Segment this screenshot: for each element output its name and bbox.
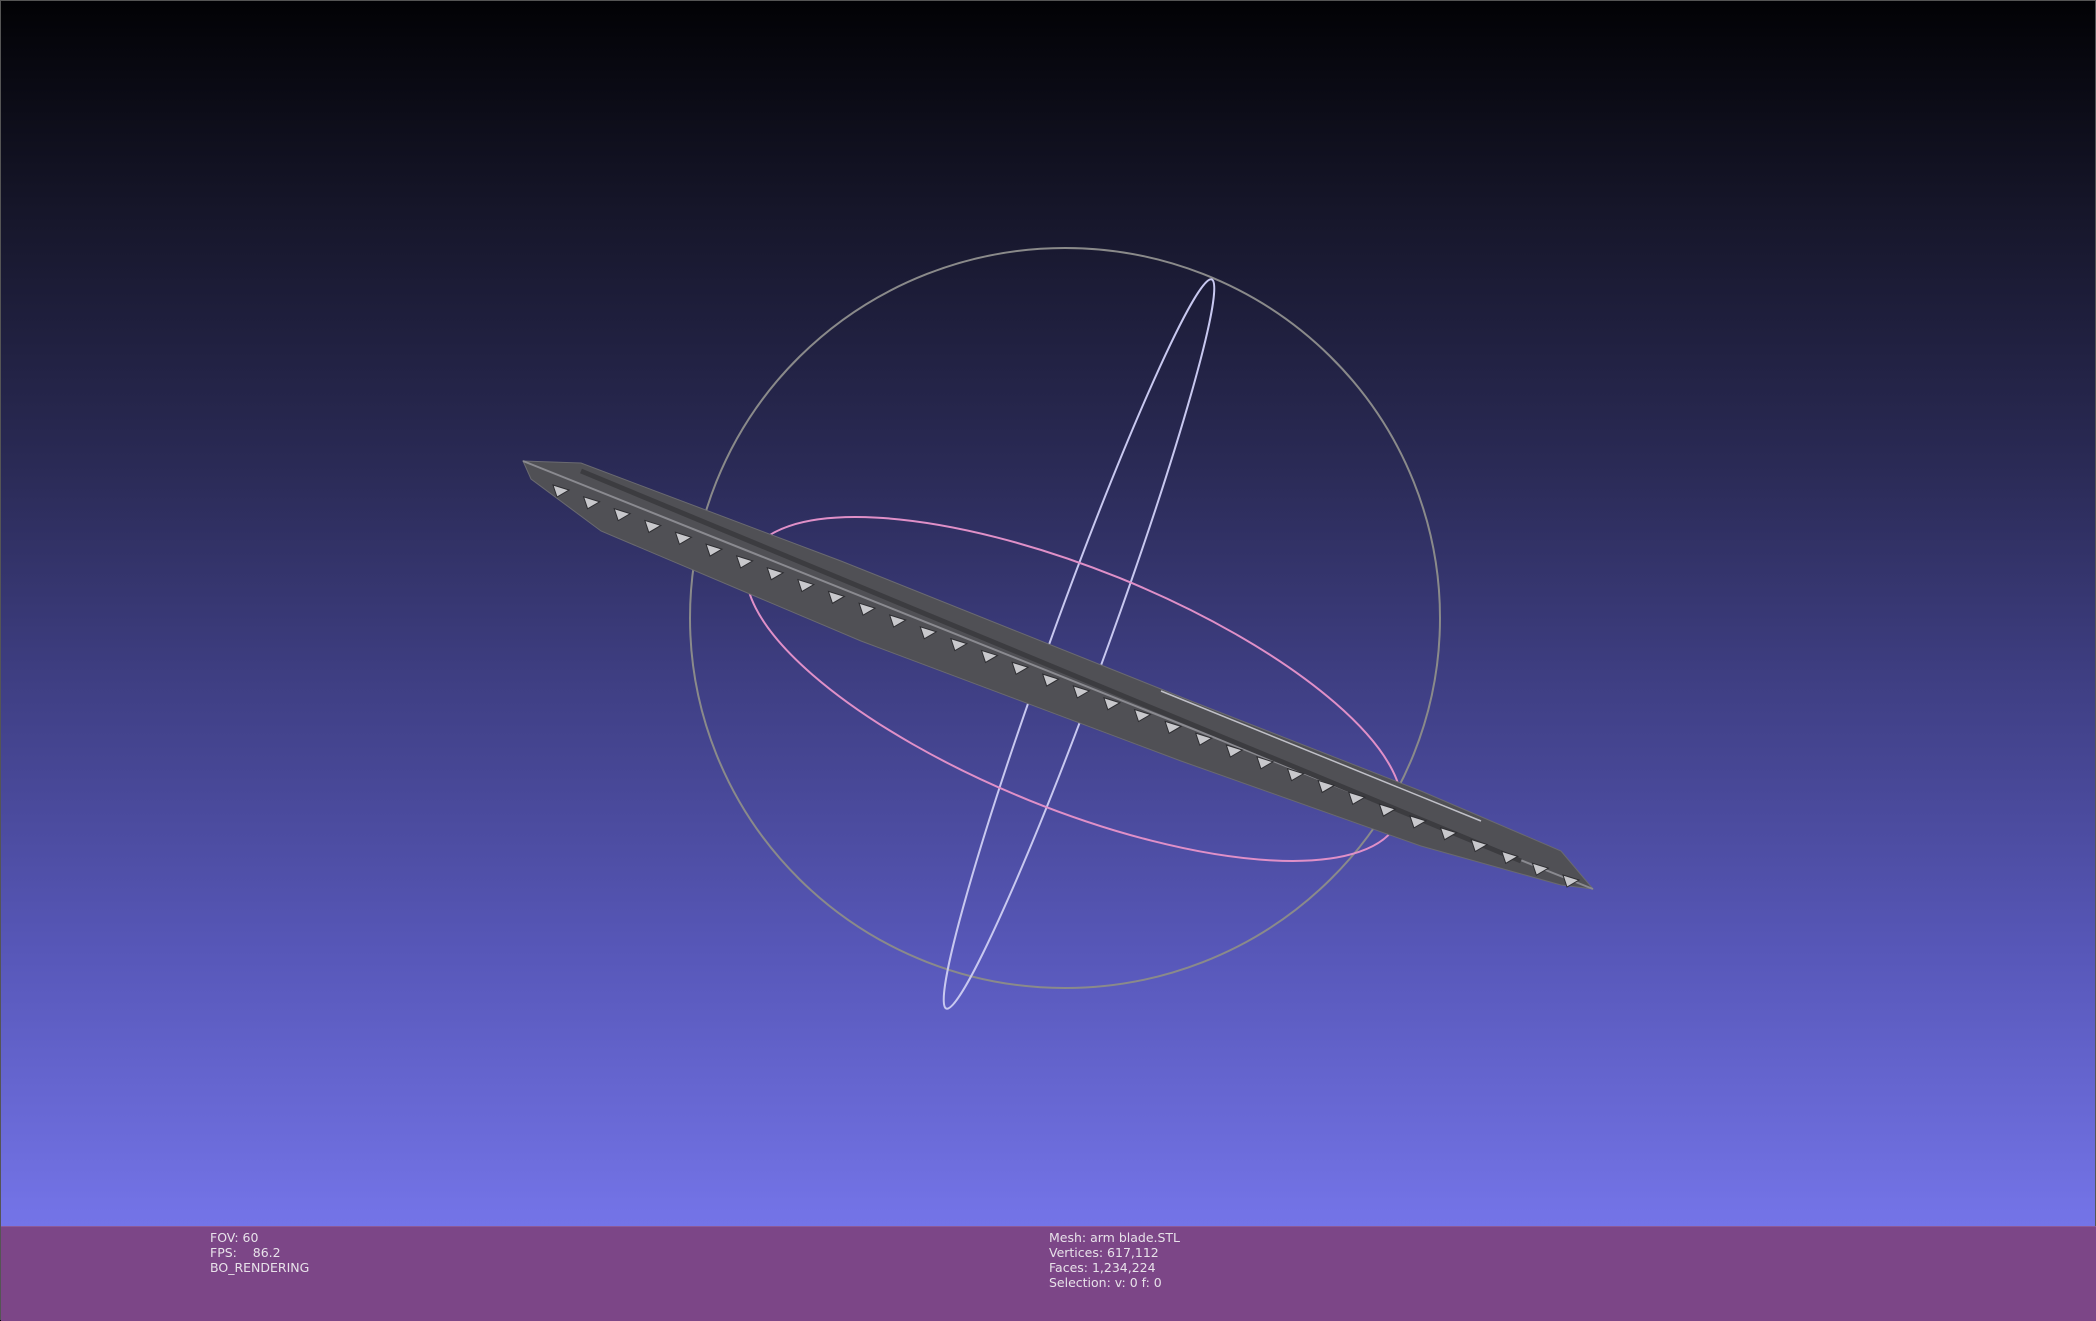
- scene-canvas[interactable]: [1, 1, 2096, 1226]
- fov-text: FOV: 60: [210, 1230, 259, 1245]
- mesh-name-text: Mesh: arm blade.STL: [1049, 1230, 1181, 1245]
- faces-text: Faces: 1,234,224: [1049, 1260, 1156, 1275]
- 3d-viewport[interactable]: FOV: 60 FPS: 86.2 BO_RENDERING Mesh: arm…: [0, 0, 2096, 1321]
- fps-text: FPS: 86.2: [210, 1245, 281, 1260]
- mesh-info: Mesh: arm blade.STL Vertices: 617,112 Fa…: [1049, 1230, 1180, 1290]
- arm-blade-mesh[interactable]: [522, 460, 1595, 890]
- trackball-outer-ring[interactable]: [689, 247, 1441, 989]
- selection-text: Selection: v: 0 f: 0: [1049, 1275, 1162, 1290]
- vertices-text: Vertices: 617,112: [1049, 1245, 1159, 1260]
- info-bar: FOV: 60 FPS: 86.2 BO_RENDERING Mesh: arm…: [1, 1226, 2096, 1321]
- render-mode-text: BO_RENDERING: [210, 1260, 310, 1275]
- render-info: FOV: 60 FPS: 86.2 BO_RENDERING: [210, 1230, 309, 1275]
